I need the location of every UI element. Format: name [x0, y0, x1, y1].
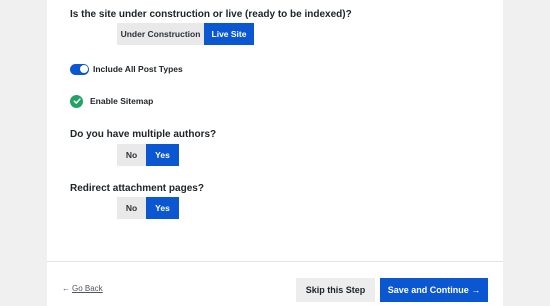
arrow-left-icon: ←	[62, 284, 70, 293]
include-post-types-label: Include All Post Types	[93, 64, 183, 74]
check-circle-icon[interactable]	[70, 94, 83, 108]
multiple-authors-question: Do you have multiple authors?	[70, 129, 217, 140]
redirect-attachments-question: Redirect attachment pages?	[70, 183, 204, 194]
skip-step-button[interactable]: Skip this Step	[296, 278, 375, 302]
redirect-no-option[interactable]: No	[117, 197, 146, 219]
authors-no-option[interactable]: No	[117, 144, 146, 166]
under-construction-option[interactable]: Under Construction	[117, 23, 204, 45]
redirect-yes-option[interactable]: Yes	[146, 197, 179, 219]
footer-divider	[47, 261, 503, 262]
multiple-authors-selector: No Yes	[117, 144, 179, 166]
setup-panel	[47, 0, 503, 306]
enable-sitemap-label: Enable Sitemap	[90, 96, 154, 106]
site-status-question: Is the site under construction or live (…	[70, 9, 352, 20]
site-status-selector: Under Construction Live Site	[117, 23, 254, 45]
save-continue-button[interactable]: Save and Continue →	[380, 278, 488, 302]
enable-sitemap-row: Enable Sitemap	[70, 93, 153, 109]
redirect-attachments-selector: No Yes	[117, 197, 179, 219]
toggle-on-icon[interactable]	[70, 63, 89, 75]
go-back-link[interactable]: ← Go Back	[62, 284, 103, 294]
toggle-knob	[79, 65, 88, 73]
include-post-types-row: Include All Post Types	[70, 61, 183, 77]
go-back-label: Go Back	[72, 284, 103, 293]
live-site-option[interactable]: Live Site	[204, 23, 254, 45]
authors-yes-option[interactable]: Yes	[146, 144, 179, 166]
checkmark-icon	[72, 98, 81, 104]
